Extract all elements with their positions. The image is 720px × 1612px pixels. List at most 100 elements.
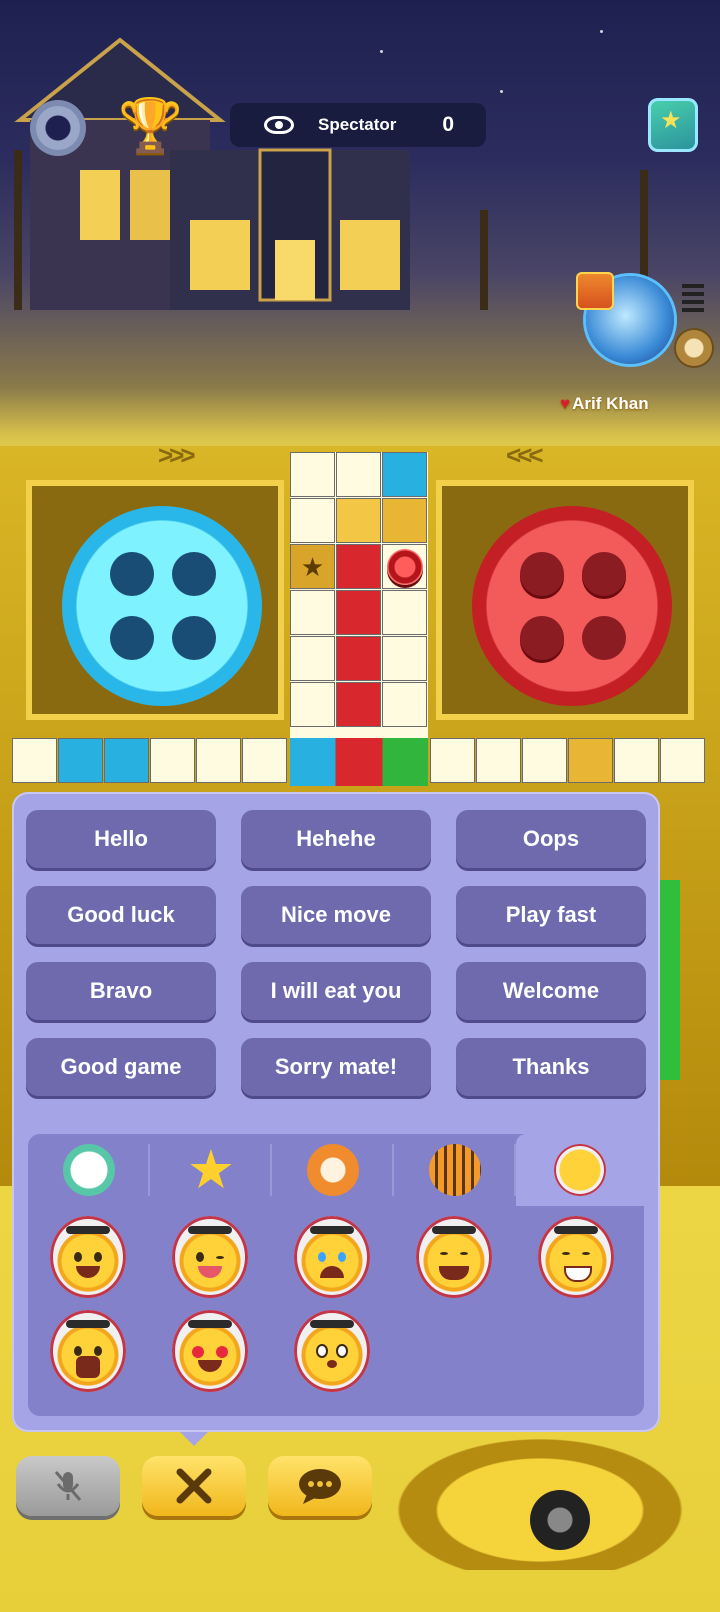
arrow-decoration: >>>: [158, 440, 196, 470]
cool-face-icon: [63, 1144, 115, 1196]
spectator-count: 0: [442, 113, 454, 136]
tab-tiger[interactable]: [394, 1134, 516, 1206]
board-cell: [336, 682, 381, 727]
worried-face-icon[interactable]: [294, 1310, 370, 1392]
token-slot: [582, 616, 626, 660]
board-cell: [336, 590, 381, 635]
quick-chat-hehehe[interactable]: Hehehe: [241, 810, 431, 868]
tab-fox[interactable]: [272, 1134, 394, 1206]
tab-arab-face[interactable]: [516, 1134, 644, 1206]
red-home-disc: [472, 506, 672, 706]
blue-home: [26, 480, 284, 720]
spectator-label: Spectator: [318, 115, 397, 134]
palm-tree: [480, 210, 488, 310]
spectator-counter[interactable]: Spectator 0: [230, 103, 486, 147]
gift-icon[interactable]: [576, 272, 614, 310]
car-decoration: [360, 1420, 720, 1570]
laughing-tears-face-icon[interactable]: [416, 1216, 492, 1298]
token-slot: [172, 616, 216, 660]
winking-tongue-face-icon[interactable]: [172, 1216, 248, 1298]
quick-chat-good-luck[interactable]: Good luck: [26, 886, 216, 944]
barrier-icon: [336, 498, 381, 543]
board-cell: [336, 452, 381, 497]
tab-cool-face[interactable]: [28, 1134, 150, 1206]
token-slot: [110, 552, 154, 596]
board-cell: [614, 738, 659, 783]
close-chat-button[interactable]: [142, 1456, 246, 1516]
crown-icon: [382, 498, 427, 543]
star-safe-icon: ★: [290, 544, 335, 589]
menu-icon[interactable]: [682, 284, 704, 312]
tab-star[interactable]: ★: [150, 1134, 272, 1206]
quick-chat-sorry-mate[interactable]: Sorry mate!: [241, 1038, 431, 1096]
heart-icon: ♥: [560, 394, 571, 413]
globe-icon: [58, 738, 103, 783]
board-cell: [382, 636, 427, 681]
fox-icon: [307, 1144, 359, 1196]
token-slot: [110, 616, 154, 660]
muted-mic-icon: [54, 1471, 82, 1501]
board-cell: [242, 738, 287, 783]
quick-chat-thanks[interactable]: Thanks: [456, 1038, 646, 1096]
board-cell: [150, 738, 195, 783]
board-cell: [430, 738, 475, 783]
eye-icon: [264, 116, 294, 134]
red-token[interactable]: [520, 552, 564, 596]
heart-eyes-face-icon[interactable]: [172, 1310, 248, 1392]
star-decoration: [600, 30, 603, 33]
player-name: ♥ Arif Khan: [560, 394, 649, 414]
quick-chat-welcome[interactable]: Welcome: [456, 962, 646, 1020]
board-cell: [290, 452, 335, 497]
quick-chat-i-will-eat-you[interactable]: I will eat you: [241, 962, 431, 1020]
shop-bag-icon[interactable]: [648, 98, 698, 152]
red-token[interactable]: [387, 549, 423, 585]
chat-button[interactable]: [268, 1456, 372, 1516]
board-cell: [12, 738, 57, 783]
board-cell: [290, 590, 335, 635]
quick-chat-nice-move[interactable]: Nice move: [241, 886, 431, 944]
rocket-icon: [104, 738, 149, 783]
red-token[interactable]: [582, 552, 626, 596]
board-cell: [290, 636, 335, 681]
board-cell: [522, 738, 567, 783]
quick-chat-bravo[interactable]: Bravo: [26, 962, 216, 1020]
board-cell: [336, 636, 381, 681]
center-home-triangle: [290, 738, 428, 786]
crying-face-icon[interactable]: [294, 1216, 370, 1298]
vertical-track: ★: [290, 452, 428, 738]
red-home: [436, 480, 694, 720]
player-name-text: Arif Khan: [572, 394, 649, 413]
board-cell: [660, 738, 705, 783]
palm-tree: [14, 150, 22, 310]
settings-gear-icon[interactable]: [30, 100, 86, 156]
board-cell: [382, 590, 427, 635]
trophy-icon[interactable]: 🏆: [118, 96, 183, 156]
quick-chat-oops[interactable]: Oops: [456, 810, 646, 868]
board-cell: [476, 738, 521, 783]
star-decoration: [500, 90, 503, 93]
board-cell: [382, 544, 427, 589]
board-cell: [290, 682, 335, 727]
board-cell: [290, 498, 335, 543]
star-icon: ★: [186, 1140, 236, 1200]
shouting-face-icon[interactable]: [50, 1310, 126, 1392]
quick-chat-good-game[interactable]: Good game: [26, 1038, 216, 1096]
emoji-tab-bar: ★: [28, 1134, 644, 1206]
game-scene: 🏆 Spectator 0 ♥Arif Khan >>> <<<: [0, 0, 720, 1612]
angry-face-icon[interactable]: [50, 1216, 126, 1298]
chat-bubble-icon: [299, 1469, 341, 1504]
board-cell: [336, 544, 381, 589]
mute-microphone-button[interactable]: [16, 1456, 120, 1516]
blue-home-disc: [62, 506, 262, 706]
wheel: [530, 1490, 590, 1550]
token-slot: [172, 552, 216, 596]
crown-icon: [568, 738, 613, 783]
quick-chat-hello[interactable]: Hello: [26, 810, 216, 868]
grinning-sweat-face-icon[interactable]: [538, 1216, 614, 1298]
red-token[interactable]: [520, 616, 564, 660]
tiger-icon: [429, 1144, 481, 1196]
dice-icon[interactable]: [382, 452, 427, 497]
emoji-grid: [28, 1206, 644, 1416]
quick-chat-play-fast[interactable]: Play fast: [456, 886, 646, 944]
microphone-icon[interactable]: [676, 330, 712, 366]
